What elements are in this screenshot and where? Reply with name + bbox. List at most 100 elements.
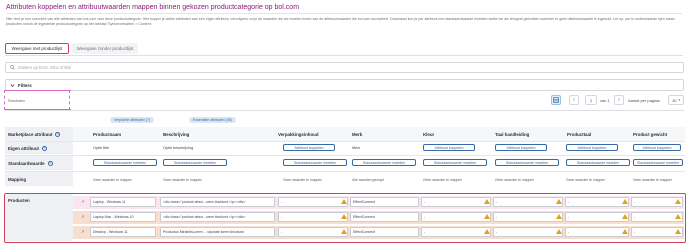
- product-description-field[interactable]: <div class="product-descr...orem tincidu…: [160, 212, 275, 222]
- product-brand-field[interactable]: EffectConnect: [350, 227, 419, 237]
- link-attribute-button[interactable]: Attribuut koppelen: [283, 144, 335, 151]
- divider: [5, 110, 684, 111]
- filter-chip[interactable]: Resultaten: [8, 99, 25, 103]
- warning-icon: [675, 229, 681, 234]
- next-page-button[interactable]: ›: [614, 95, 624, 105]
- column-header: Taal handleiding: [495, 131, 530, 137]
- mapping-label: Mapping: [5, 172, 73, 186]
- product-value-field[interactable]: -: [421, 212, 491, 222]
- set-default-button[interactable]: Standaardwaarde instellen: [566, 159, 630, 166]
- essential-attributes-pill[interactable]: Essentiele attributen (35): [189, 117, 236, 123]
- info-icon[interactable]: ?: [41, 145, 47, 151]
- product-value-field[interactable]: -: [565, 227, 629, 237]
- warning-icon: [484, 229, 490, 234]
- product-description-field[interactable]: Productus MirabilisLorem ... ulputate lo…: [160, 227, 275, 237]
- set-default-button[interactable]: Standaardwaarde instellen: [423, 159, 487, 166]
- required-attributes-pill[interactable]: Verplichte attributen (7): [110, 117, 155, 123]
- own-attribute-label: Eigen attribuut?: [5, 142, 73, 154]
- tab-with-productlist[interactable]: Weergave met productlijst: [5, 43, 69, 54]
- link-attribute-button[interactable]: Attribuut koppelen: [423, 144, 475, 151]
- own-attribute-value[interactable]: Merk: [352, 146, 360, 150]
- page-number-input[interactable]: 1: [585, 95, 597, 105]
- warning-icon: [341, 229, 347, 234]
- product-name-field[interactable]: Desktop - Windows 11: [90, 227, 156, 237]
- warning-icon: [556, 229, 562, 234]
- products-label: Producten: [5, 194, 73, 241]
- set-default-button[interactable]: Standaardwaarde instellen: [495, 159, 559, 166]
- column-header: Merk: [352, 131, 363, 137]
- search-icon: [10, 65, 15, 70]
- grid-icon: [553, 97, 559, 103]
- product-name-field[interactable]: Laptop - Windows 11: [90, 197, 156, 207]
- info-icon[interactable]: ?: [47, 160, 53, 166]
- warning-icon: [675, 214, 681, 219]
- mapping-status: Geen waarden te mappen: [423, 178, 463, 182]
- set-default-button[interactable]: Standaardwaarde instellen: [633, 159, 683, 166]
- product-value-field[interactable]: -: [493, 212, 563, 222]
- product-name-field[interactable]: Laptop Mac - Windows 10: [90, 212, 156, 222]
- set-default-button[interactable]: Standaardwaarde instellen: [283, 159, 347, 166]
- product-value-field[interactable]: -: [421, 227, 491, 237]
- mapping-status: Geen waarden te mappen: [93, 178, 133, 182]
- product-value-field[interactable]: -: [493, 227, 563, 237]
- column-header: Productnaam: [93, 131, 122, 137]
- product-value-field[interactable]: -: [278, 212, 348, 222]
- product-brand-field[interactable]: EffectConnect: [350, 212, 419, 222]
- product-brand-field[interactable]: EffectConnect: [350, 197, 419, 207]
- own-attribute-value[interactable]: Optie beschrijving: [163, 146, 193, 150]
- link-attribute-button[interactable]: Attribuut koppelen: [495, 144, 547, 151]
- link-attribute-button[interactable]: Attribuut koppelen: [633, 144, 681, 151]
- product-value-field[interactable]: -: [565, 212, 629, 222]
- page-title: Attributen koppelen en attribuutwaarden …: [6, 4, 300, 11]
- set-default-button[interactable]: Standaardwaarde instellen: [93, 159, 157, 166]
- product-value-field[interactable]: -: [421, 197, 491, 207]
- search-input[interactable]: Zoeken op EAN, SKU of titel: [5, 62, 684, 73]
- info-icon[interactable]: ?: [55, 131, 61, 137]
- search-placeholder: Zoeken op EAN, SKU of titel: [18, 65, 71, 70]
- filters-toggle[interactable]: Filters: [5, 79, 684, 91]
- tab-without-productlist[interactable]: Weergave zonder productlijst: [72, 43, 138, 54]
- warning-icon: [622, 229, 628, 234]
- warning-icon: [341, 199, 347, 204]
- product-description-field[interactable]: <div class="product-descr...orem tincidu…: [160, 197, 275, 207]
- link-attribute-button[interactable]: Attribuut koppelen: [566, 144, 618, 151]
- divider: [6, 13, 682, 14]
- column-header: Beschrijving: [163, 131, 190, 137]
- product-value-field[interactable]: -: [493, 197, 563, 207]
- chevron-down-icon: [10, 83, 15, 87]
- warning-icon: [556, 214, 562, 219]
- product-value-field[interactable]: -: [278, 197, 348, 207]
- per-page-select[interactable]: 10 ▾: [668, 95, 684, 105]
- warning-icon: [675, 199, 681, 204]
- set-default-button[interactable]: Standaardwaarde instellen: [352, 159, 416, 166]
- default-value-label: Standaardwaarde?: [5, 156, 73, 170]
- warning-icon: [484, 199, 490, 204]
- products-section: Producten ↗ ↗ ↗ Laptop - Windows 11 <div…: [4, 193, 686, 243]
- external-link-icon[interactable]: ↗: [81, 199, 84, 204]
- warning-icon: [622, 214, 628, 219]
- divider: [5, 55, 683, 56]
- set-default-button[interactable]: Standaardwaarde instellen: [163, 159, 227, 166]
- column-header: Producttaal: [567, 131, 592, 137]
- column-header: Kleur: [423, 131, 435, 137]
- column-header: Product gewicht: [633, 131, 668, 137]
- page-count: van 1: [600, 98, 610, 103]
- warning-icon: [556, 199, 562, 204]
- own-attribute-value[interactable]: Optie titel: [93, 146, 109, 150]
- page-description: Hier vind je een overzicht van alle attr…: [6, 17, 675, 27]
- warning-icon: [622, 199, 628, 204]
- external-link-icon[interactable]: ↗: [81, 214, 84, 219]
- mapping-status: Geen waarden te mappen: [633, 178, 673, 182]
- mapping-status[interactable]: Alle waarden gemapt: [352, 178, 384, 182]
- previous-page-button[interactable]: ‹: [569, 95, 579, 105]
- marketplace-attribute-label: Marketplace attribuut?: [5, 127, 73, 141]
- per-page-label: Aantal per pagina:: [628, 98, 661, 103]
- warning-icon: [341, 214, 347, 219]
- product-value-field[interactable]: -: [278, 227, 348, 237]
- external-link-icon[interactable]: ↗: [81, 229, 84, 234]
- mapping-status: Geen waarden te mappen: [495, 178, 535, 182]
- view-toggle-button[interactable]: [551, 95, 561, 105]
- product-value-field[interactable]: -: [565, 197, 629, 207]
- mapping-status: Geen waarden te mappen: [566, 178, 606, 182]
- warning-icon: [484, 214, 490, 219]
